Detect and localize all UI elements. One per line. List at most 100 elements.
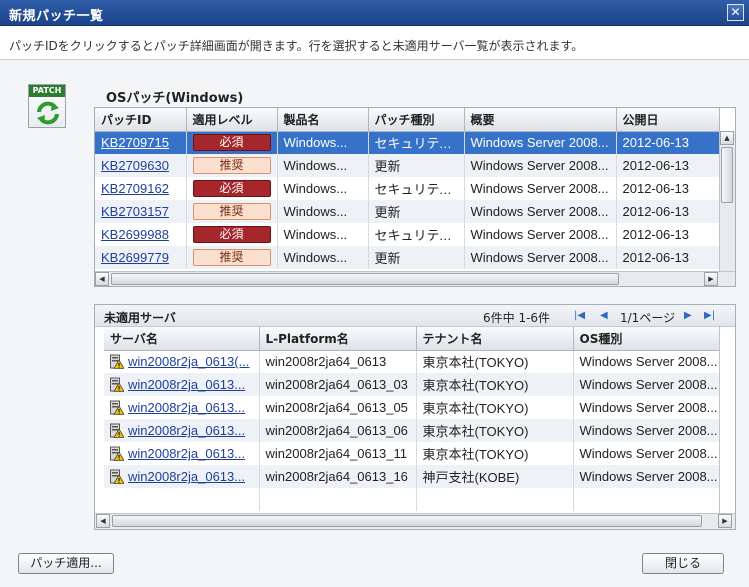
next-page-icon[interactable]: ▶: [684, 310, 692, 321]
os-type-cell: Windows Server 2008...: [573, 442, 725, 465]
patch-column-header[interactable]: 適用レベル: [186, 108, 278, 132]
summary-cell: Windows Server 2008...: [464, 131, 617, 154]
patch-id-link[interactable]: KB2709715: [101, 135, 169, 150]
scroll-left-icon[interactable]: ◀: [95, 272, 109, 286]
patch-id-cell: KB2699779: [95, 246, 187, 269]
patch-type-cell: セキュリティ...: [368, 131, 465, 154]
patch-column-header[interactable]: 公開日: [616, 108, 720, 132]
tenant-name-cell: 東京本社(TOKYO): [416, 350, 574, 373]
server-column-header[interactable]: テナント名: [416, 327, 574, 351]
server-row[interactable]: win2008r2ja_0613... win2008r2ja64_0613_05…: [104, 396, 725, 419]
patch-type-cell: セキュリティ...: [368, 223, 465, 246]
patch-row[interactable]: KB2709630 推奨 Windows... 更新 Windows Server 20…: [95, 154, 720, 177]
scroll-up-icon[interactable]: ▲: [720, 131, 734, 145]
patch-row[interactable]: KB2709715 必須 Windows... セキュリティ... Windows Se…: [95, 131, 720, 154]
patch-table-panel: パッチID 適用レベル 製品名 パッチ種別 概要 公開日 KB2709715 必須 Windo…: [94, 107, 736, 287]
server-name-link[interactable]: win2008r2ja_0613...: [128, 469, 245, 484]
page-description: パッチIDをクリックするとパッチ詳細画面が開きます。行を選択すると未適用サーバ一…: [0, 26, 749, 60]
tenant-name-cell: 東京本社(TOKYO): [416, 373, 574, 396]
server-name-link[interactable]: win2008r2ja_0613...: [128, 446, 245, 461]
server-panel-title: 未適用サーバ: [104, 311, 176, 325]
apply-level-cell: 推奨: [186, 154, 278, 177]
close-button[interactable]: 閉じる: [642, 553, 724, 574]
empty-cell: [259, 488, 417, 511]
server-name-cell: win2008r2ja_0613...: [104, 419, 260, 442]
server-count: 6件中 1-6件: [483, 311, 551, 325]
apply-level-badge: 推奨: [192, 157, 271, 174]
apply-level-badge: 必須: [192, 226, 271, 243]
scroll-thumb[interactable]: [112, 515, 702, 527]
warning-server-icon: [110, 354, 124, 370]
patch-column-header[interactable]: 製品名: [277, 108, 369, 132]
os-type-cell: Windows Server 2008...: [573, 419, 725, 442]
server-horizontal-scrollbar[interactable]: ◀ ▶: [95, 513, 735, 529]
os-type-cell: Windows Server 2008...: [573, 373, 725, 396]
server-name-link[interactable]: win2008r2ja_0613...: [128, 377, 245, 392]
patch-row[interactable]: KB2699779 推奨 Windows... 更新 Windows Server 20…: [95, 246, 720, 269]
scroll-thumb[interactable]: [721, 147, 733, 203]
empty-cell: [416, 488, 574, 511]
server-row[interactable]: win2008r2ja_0613... win2008r2ja64_0613_16…: [104, 465, 725, 488]
patch-horizontal-scrollbar[interactable]: ◀ ▶: [95, 271, 735, 286]
lplatform-name-cell: win2008r2ja64_0613_03: [259, 373, 417, 396]
product-name-cell: Windows...: [277, 200, 369, 223]
patch-row[interactable]: KB2703157 推奨 Windows... 更新 Windows Server 20…: [95, 200, 720, 223]
patch-row[interactable]: KB2699988 必須 Windows... セキュリティ... Windows Se…: [95, 223, 720, 246]
scroll-thumb[interactable]: [111, 273, 619, 285]
publish-date-cell: 2012-06-13: [616, 177, 720, 200]
warning-server-icon: [110, 469, 124, 484]
server-column-header[interactable]: OS種別: [573, 327, 725, 351]
server-row[interactable]: win2008r2ja_0613... win2008r2ja64_0613_03…: [104, 373, 725, 396]
empty-row: [104, 488, 725, 511]
server-name-link[interactable]: win2008r2ja_0613...: [128, 400, 245, 415]
tenant-name-cell: 神戸支社(KOBE): [416, 465, 574, 488]
warning-server-icon: [110, 446, 124, 461]
patch-row[interactable]: KB2709162 必須 Windows... セキュリティ... Windows Se…: [95, 177, 720, 200]
close-icon[interactable]: ✕: [727, 4, 744, 21]
server-name-cell: win2008r2ja_0613...: [104, 465, 260, 488]
window-title-bar: 新規パッチ一覧 ✕: [0, 0, 749, 26]
server-name-link[interactable]: win2008r2ja_0613...: [128, 423, 245, 438]
server-vertical-scrollbar[interactable]: [719, 327, 735, 513]
patch-id-cell: KB2703157: [95, 200, 187, 223]
server-column-header[interactable]: サーバ名: [104, 327, 260, 351]
product-name-cell: Windows...: [277, 246, 369, 269]
server-row[interactable]: win2008r2ja_0613... win2008r2ja64_0613_06…: [104, 419, 725, 442]
patch-type-cell: セキュリティ...: [368, 177, 465, 200]
patch-id-link[interactable]: KB2709630: [101, 158, 169, 173]
lplatform-name-cell: win2008r2ja64_0613_06: [259, 419, 417, 442]
patch-vertical-scrollbar[interactable]: ▲: [719, 131, 735, 271]
apply-level-badge: 推奨: [192, 249, 271, 266]
server-name-link[interactable]: win2008r2ja_0613(...: [128, 354, 249, 369]
prev-page-icon[interactable]: ◀: [600, 310, 608, 321]
warning-server-icon: [110, 377, 124, 392]
patch-id-link[interactable]: KB2699988: [101, 227, 169, 242]
lplatform-name-cell: win2008r2ja64_0613_16: [259, 465, 417, 488]
page-indicator: 1/1ページ: [620, 311, 676, 325]
server-name-cell: win2008r2ja_0613...: [104, 442, 260, 465]
apply-patch-button[interactable]: パッチ適用...: [18, 553, 114, 574]
patch-type-cell: 更新: [368, 200, 465, 223]
scroll-right-icon[interactable]: ▶: [704, 272, 718, 286]
patch-id-cell: KB2709715: [95, 131, 187, 154]
publish-date-cell: 2012-06-13: [616, 246, 720, 269]
first-page-icon[interactable]: |◀: [574, 310, 585, 321]
summary-cell: Windows Server 2008...: [464, 223, 617, 246]
patch-column-header[interactable]: 概要: [464, 108, 617, 132]
patch-table-header: パッチID 適用レベル 製品名 パッチ種別 概要 公開日: [95, 108, 720, 132]
patch-id-link[interactable]: KB2699779: [101, 250, 169, 265]
scroll-left-icon[interactable]: ◀: [96, 514, 110, 528]
apply-level-cell: 必須: [186, 177, 278, 200]
patch-id-link[interactable]: KB2703157: [101, 204, 169, 219]
patch-column-header[interactable]: パッチID: [95, 108, 187, 132]
os-type-cell: Windows Server 2008...: [573, 396, 725, 419]
server-column-header[interactable]: L-Platform名: [259, 327, 417, 351]
patch-column-header[interactable]: パッチ種別: [368, 108, 465, 132]
server-row[interactable]: win2008r2ja_0613... win2008r2ja64_0613_11…: [104, 442, 725, 465]
server-row[interactable]: win2008r2ja_0613(... win2008r2ja64_0613 東京…: [104, 350, 725, 373]
scroll-right-icon[interactable]: ▶: [718, 514, 732, 528]
apply-level-cell: 必須: [186, 223, 278, 246]
refresh-arrows-icon: [37, 101, 59, 125]
patch-id-link[interactable]: KB2709162: [101, 181, 169, 196]
last-page-icon[interactable]: ▶|: [704, 310, 715, 321]
